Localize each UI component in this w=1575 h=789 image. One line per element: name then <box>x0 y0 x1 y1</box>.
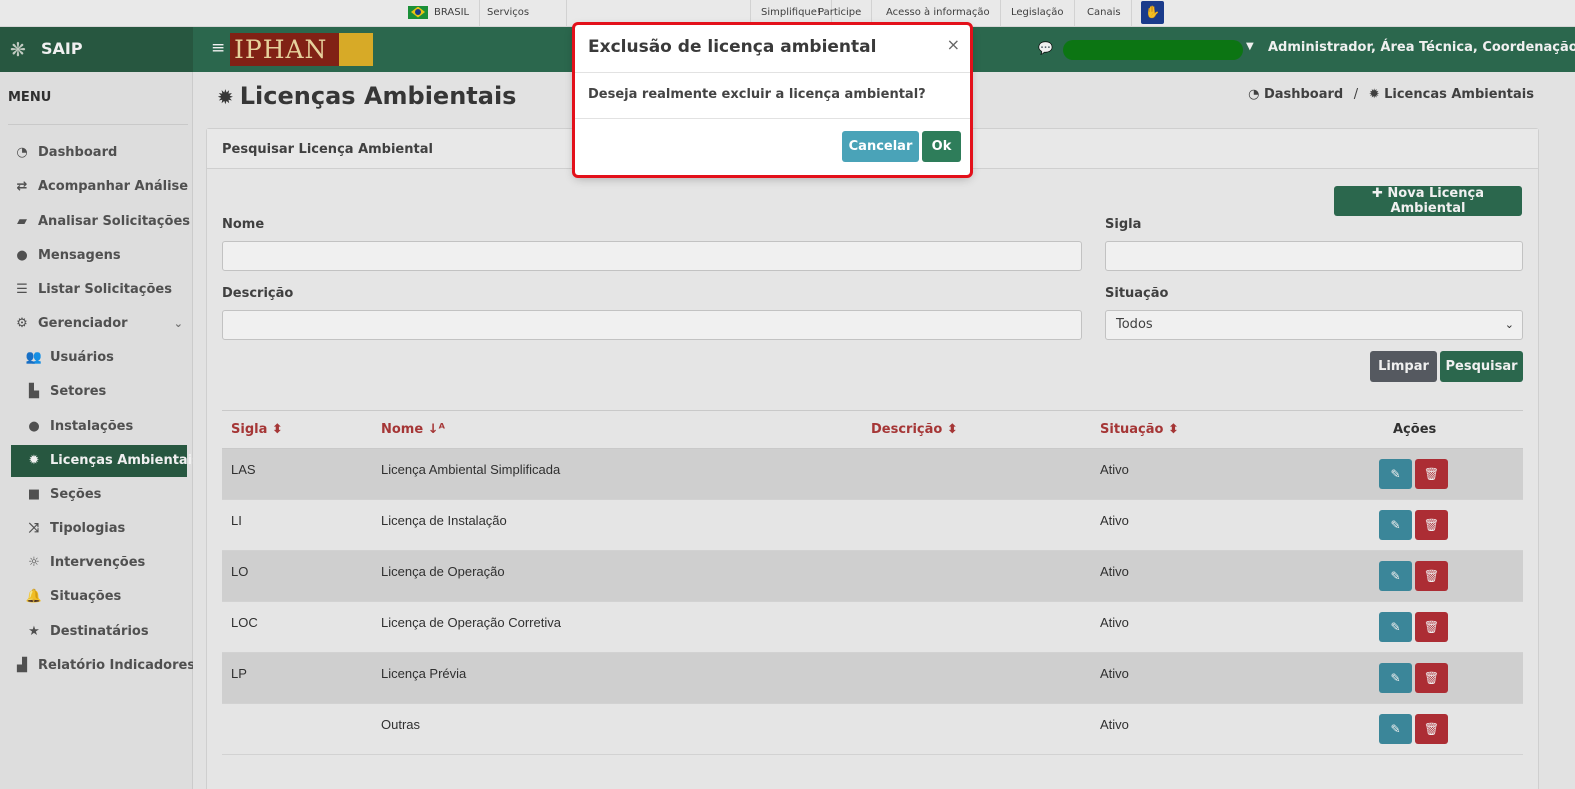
close-icon[interactable]: × <box>947 35 960 54</box>
modal-divider <box>575 118 970 119</box>
modal-message: Deseja realmente excluir a licença ambie… <box>588 87 926 102</box>
modal-divider <box>575 72 970 73</box>
delete-confirm-modal: Exclusão de licença ambiental × Deseja r… <box>572 22 973 178</box>
modal-title: Exclusão de licença ambiental <box>588 37 877 57</box>
ok-button[interactable]: Ok <box>922 131 961 162</box>
cancel-button[interactable]: Cancelar <box>842 131 919 162</box>
